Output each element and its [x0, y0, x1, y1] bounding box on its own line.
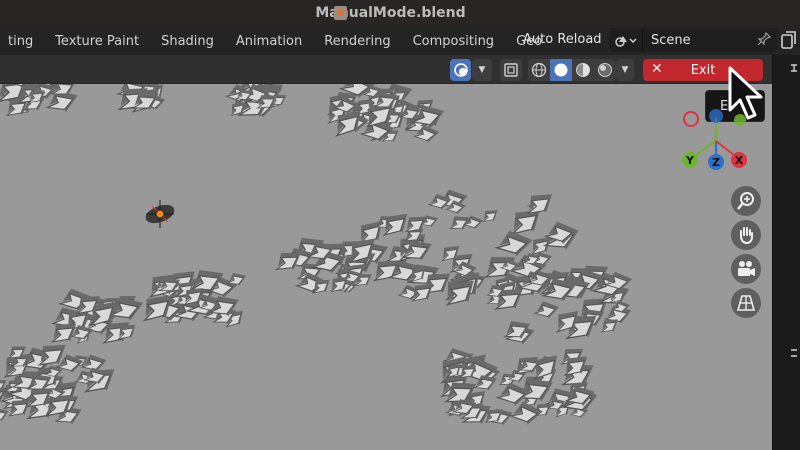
x-axis-label: X — [735, 154, 744, 167]
auto-reload-label[interactable]: Auto Reload — [523, 25, 602, 55]
negative-x-axis-icon — [683, 111, 699, 127]
light-object-icon[interactable] — [143, 200, 177, 228]
tab-texture-paint-partial[interactable]: ting — [0, 25, 44, 55]
material-shading-button[interactable] — [572, 59, 594, 81]
overlay-toggle[interactable] — [450, 59, 471, 81]
chevron-down-icon: ▼ — [621, 65, 629, 75]
pin-icon[interactable] — [757, 31, 777, 49]
tab-rendering[interactable]: Rendering — [313, 25, 401, 55]
scene-name-field[interactable]: Scene — [643, 33, 757, 48]
camera-view-button[interactable] — [731, 254, 761, 284]
workspace-tabs: ting Texture Paint Shading Animation Ren… — [0, 25, 549, 55]
wireframe-shading-button[interactable] — [528, 59, 550, 81]
rendered-shading-icon — [598, 63, 612, 77]
arrow-object — [478, 204, 502, 227]
right-side-panel[interactable] — [772, 55, 800, 450]
mouse-cursor-icon — [728, 66, 763, 120]
tab-texture-paint[interactable]: Texture Paint — [44, 25, 150, 55]
tab-animation[interactable]: Animation — [225, 25, 313, 55]
arrow-object — [445, 209, 474, 236]
solid-shading-button[interactable] — [550, 59, 572, 81]
y-axis-label: Y — [685, 154, 695, 167]
window-title-bar: ManualMode.blend — [0, 0, 800, 25]
grid-perspective-icon — [736, 295, 756, 311]
pan-button[interactable] — [731, 220, 761, 250]
shading-dropdown[interactable]: ▼ — [616, 59, 634, 81]
shading-mode-group — [528, 59, 616, 81]
tab-shading[interactable]: Shading — [150, 25, 225, 55]
z-axis-label: Z — [712, 156, 720, 169]
camera-icon — [738, 261, 755, 276]
blend-file-icon — [334, 5, 348, 20]
hand-pan-icon — [740, 227, 753, 245]
scene-icon — [614, 36, 636, 47]
duplicate-scene-icon[interactable] — [781, 31, 797, 49]
close-icon: ✕ — [651, 61, 663, 77]
overlay-dropdown[interactable]: ▼ — [472, 59, 492, 81]
zoom-button[interactable] — [731, 186, 761, 216]
arrow-objects-field — [0, 84, 636, 433]
chevron-down-icon: ▼ — [478, 65, 486, 75]
overlay-icon — [453, 63, 468, 77]
arrow-object — [531, 296, 562, 323]
tab-compositing[interactable]: Compositing — [402, 25, 506, 55]
xray-toggle[interactable] — [500, 59, 522, 81]
solid-shading-icon — [554, 63, 568, 77]
perspective-toggle-button[interactable] — [731, 288, 761, 318]
scene-browse-button[interactable] — [609, 28, 643, 52]
exit-button-label: Exit — [690, 62, 716, 78]
xray-icon — [504, 63, 518, 77]
negative-z-axis-icon — [709, 109, 723, 123]
workspace-bar: ting Texture Paint Shading Animation Ren… — [0, 25, 800, 55]
panel-edge-icon — [791, 64, 797, 357]
3d-viewport[interactable] — [0, 84, 772, 450]
viewport-header: ▼ ▼ ✕ Exit — [0, 55, 772, 84]
scene-selector[interactable]: Scene — [609, 28, 777, 52]
material-shading-icon — [576, 63, 590, 77]
rendered-shading-button[interactable] — [594, 59, 616, 81]
zoom-icon — [737, 192, 754, 210]
wireframe-shading-icon — [531, 62, 547, 78]
